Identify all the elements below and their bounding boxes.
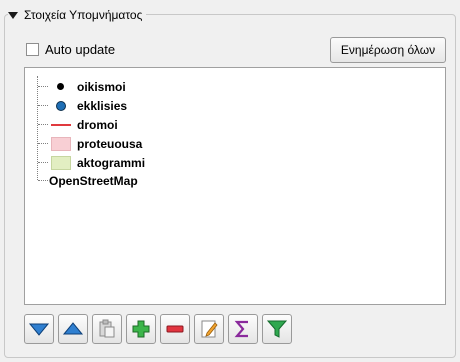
tree-connector bbox=[38, 86, 48, 87]
auto-update-label: Auto update bbox=[45, 41, 116, 57]
tree-connector bbox=[38, 124, 48, 125]
layer-label: aktogrammi bbox=[77, 155, 146, 170]
tree-connector bbox=[38, 180, 48, 181]
blue-point-icon bbox=[51, 99, 71, 113]
update-all-button[interactable]: Ενημέρωση όλων bbox=[330, 37, 446, 63]
layer-label: oikismoi bbox=[77, 79, 126, 94]
legend-item-proteuousa[interactable]: proteuousa bbox=[51, 134, 142, 153]
layer-label: proteuousa bbox=[77, 136, 143, 151]
paste-icon bbox=[99, 319, 115, 338]
move-up-button[interactable] bbox=[58, 314, 88, 344]
layer-label: dromoi bbox=[77, 117, 118, 132]
add-button[interactable] bbox=[126, 314, 156, 344]
move-down-icon bbox=[28, 323, 50, 336]
sigma-button[interactable] bbox=[228, 314, 258, 344]
filter-icon bbox=[266, 320, 288, 338]
tree-branch-line bbox=[37, 76, 38, 180]
layer-label: ekklisies bbox=[77, 98, 128, 113]
paste-button[interactable] bbox=[92, 314, 122, 344]
collapse-triangle-icon[interactable] bbox=[8, 11, 18, 19]
checkbox-box[interactable] bbox=[26, 42, 39, 56]
sigma-icon bbox=[234, 320, 248, 338]
pink-fill-icon bbox=[51, 136, 71, 151]
tree-connector bbox=[38, 105, 48, 106]
legend-item-openstreetmap[interactable]: OpenStreetMap bbox=[49, 171, 138, 190]
legend-item-oikismoi[interactable]: oikismoi bbox=[51, 77, 126, 96]
edit-icon bbox=[201, 320, 218, 338]
edit-button[interactable] bbox=[194, 314, 224, 344]
filter-button[interactable] bbox=[262, 314, 292, 344]
move-up-icon bbox=[62, 322, 84, 335]
auto-update-checkbox[interactable]: Auto update bbox=[26, 40, 115, 58]
legend-tree[interactable]: oikismoi ekklisies dromoi proteuousa akt… bbox=[24, 67, 446, 305]
green-fill-icon bbox=[51, 155, 71, 170]
legend-item-ekklisies[interactable]: ekklisies bbox=[51, 96, 127, 115]
tree-connector bbox=[38, 143, 48, 144]
legend-item-dromoi[interactable]: dromoi bbox=[51, 115, 118, 134]
legend-item-aktogrammi[interactable]: aktogrammi bbox=[51, 153, 145, 172]
black-point-icon bbox=[51, 80, 71, 94]
legend-items-header[interactable]: Στοιχεία Υπομνήματος bbox=[8, 6, 147, 24]
remove-icon bbox=[166, 325, 184, 333]
red-line-icon bbox=[51, 118, 71, 132]
group-title: Στοιχεία Υπομνήματος bbox=[24, 8, 143, 22]
move-down-button[interactable] bbox=[24, 314, 54, 344]
tree-connector bbox=[38, 162, 48, 163]
layer-label: OpenStreetMap bbox=[49, 173, 138, 188]
add-icon bbox=[132, 320, 150, 338]
legend-toolbar bbox=[24, 314, 292, 344]
remove-button[interactable] bbox=[160, 314, 190, 344]
